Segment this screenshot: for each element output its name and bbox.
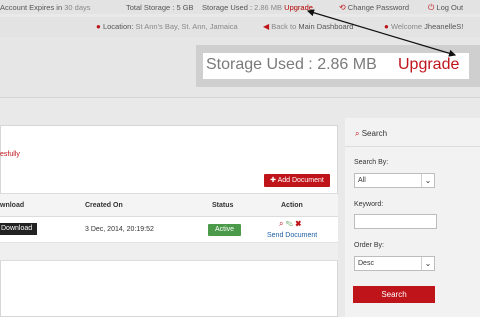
download-button[interactable]: Download (0, 223, 37, 235)
col-action: Action (281, 202, 303, 209)
storage-highlight-upgrade[interactable]: Upgrade (398, 56, 459, 74)
order-by-select[interactable]: Desc ⌄ (354, 256, 435, 271)
account-expires-value: 30 days (64, 3, 91, 12)
add-document-button[interactable]: ✚ Add Document (264, 174, 330, 187)
table-footer (0, 243, 338, 261)
chevron-down-icon: ⌄ (421, 257, 434, 270)
search-icon: ⌕ (355, 129, 360, 138)
back-prefix: Back to (271, 22, 297, 31)
table-header: wnload Created On Status Action (0, 193, 338, 217)
search-button[interactable]: Search (353, 286, 435, 303)
add-document-label: Add Document (277, 177, 324, 184)
col-status: Status (212, 202, 234, 209)
arrow-left-icon: ◀ (263, 22, 270, 31)
keyword-input[interactable] (354, 214, 437, 229)
send-document-link[interactable]: Send Document (267, 232, 317, 239)
storage-used-label: Storage Used : (202, 3, 253, 12)
location-label: Location: (102, 22, 134, 31)
storage-highlight-value: 2.86 MB (317, 56, 377, 73)
account-expires-label: Account Expires in (0, 3, 63, 12)
search-by-value: All (358, 177, 366, 184)
order-by-label: Order By: (354, 242, 384, 249)
search-title: ⌕ Search (355, 129, 387, 139)
header-divider (0, 97, 480, 98)
keyword-label: Keyword: (354, 201, 384, 208)
order-by-value: Desc (358, 260, 374, 267)
success-message: esfully (0, 151, 20, 158)
callout-arrow (306, 9, 457, 57)
col-created-on: Created On (85, 202, 123, 209)
plus-icon: ✚ (270, 177, 276, 184)
search-by-select[interactable]: All ⌄ (354, 173, 435, 188)
search-title-label: Search (361, 129, 388, 138)
storage-highlight-label: Storage Used : (206, 56, 313, 73)
storage-used-value: 2.86 MB (254, 3, 283, 12)
col-download: wnload (0, 202, 25, 209)
location-value: St Ann's Bay, St. Ann, Jamaica (135, 22, 238, 31)
status-badge: Active (208, 224, 241, 236)
search-by-label: Search By: (354, 159, 389, 166)
search-divider (345, 146, 480, 147)
total-storage: Total Storage : 5 GB (126, 3, 194, 12)
row-actions: ⌕ ✎ ✖ (279, 219, 301, 229)
storage-highlight-text: Storage Used : 2.86 MB (206, 56, 377, 74)
account-expires: Account Expires in 30 days (0, 3, 91, 12)
delete-icon[interactable]: ✖ (295, 219, 301, 228)
storage-used: Storage Used : 2.86 MB Upgrade (202, 3, 313, 12)
location-info: ● Location: St Ann's Bay, St. Ann, Jamai… (96, 22, 238, 31)
chevron-down-icon: ⌄ (421, 174, 434, 187)
edit-icon[interactable]: ✎ (286, 219, 293, 228)
created-on-cell: 3 Dec, 2014, 20:19:52 (85, 226, 154, 233)
search-icon[interactable]: ⌕ (279, 219, 283, 228)
map-marker-icon: ● (96, 22, 101, 31)
